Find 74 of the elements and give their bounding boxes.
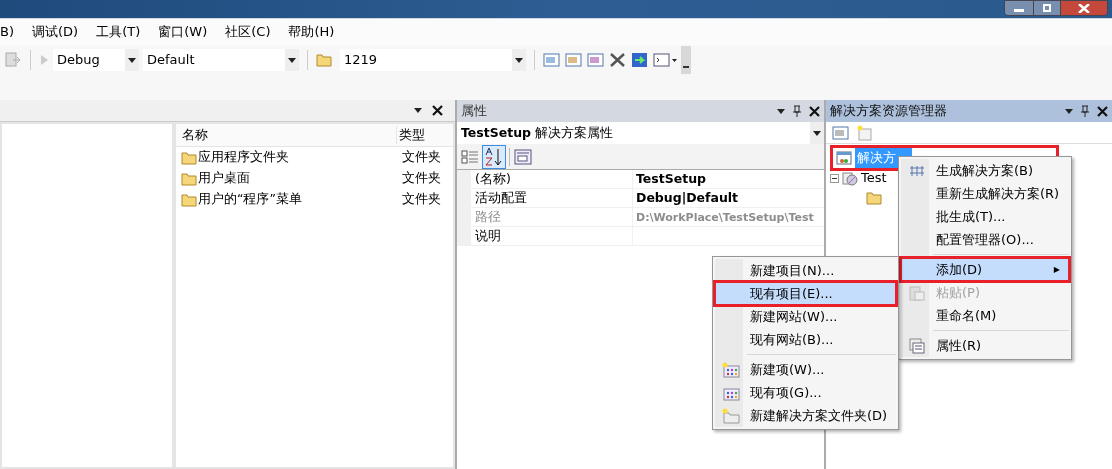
platform-dropdown[interactable]: Default xyxy=(143,49,299,71)
categorized-icon[interactable] xyxy=(461,147,479,166)
table-cell-text: 文件夹 xyxy=(401,148,441,167)
menu-item[interactable]: 添加(D) ▶ xyxy=(901,258,1069,281)
dropdown-icon[interactable] xyxy=(777,108,785,114)
property-pages-icon[interactable] xyxy=(514,148,532,165)
menu-item[interactable]: 现有项(G)... xyxy=(715,381,896,404)
list-item[interactable]: 用户桌面 xyxy=(198,169,250,188)
dropdown-icon[interactable] xyxy=(128,57,136,63)
restore-button[interactable] xyxy=(1033,1,1060,15)
menu-item[interactable]: 重命名(M) xyxy=(901,304,1069,327)
object-selector[interactable]: TestSetup 解决方案属性 xyxy=(457,122,824,144)
panel-title: 属性 xyxy=(461,102,488,121)
folder-icon xyxy=(866,191,882,205)
property-name[interactable]: (名称) xyxy=(471,170,633,188)
property-value[interactable]: Debug|Default xyxy=(633,189,739,207)
column-header[interactable]: 类型 xyxy=(396,125,425,145)
pin-icon[interactable] xyxy=(1081,105,1089,117)
folder-icon xyxy=(181,171,197,186)
menu-item[interactable]: 社区(C) xyxy=(221,22,285,42)
dropdown-icon[interactable] xyxy=(414,108,422,113)
clipboard-icon xyxy=(909,284,925,301)
menu-item[interactable]: 现有项目(E)... xyxy=(715,282,896,305)
table-cell-text: 文件夹 xyxy=(401,169,441,188)
submenu-arrow-icon: ▶ xyxy=(1053,263,1068,276)
close-icon xyxy=(1078,3,1090,13)
startup-dropdown[interactable]: 1219 xyxy=(340,49,526,71)
menu-item[interactable]: 现有网站(B)... xyxy=(715,328,896,351)
close-button[interactable] xyxy=(1060,1,1107,15)
column-header[interactable]: 名称 xyxy=(176,125,396,145)
dropdown-icon[interactable] xyxy=(288,57,296,63)
close-icon[interactable] xyxy=(809,105,820,117)
menu-item[interactable]: 配置管理器(O)... xyxy=(901,228,1069,251)
menu-item[interactable]: 新建项目(N)... xyxy=(715,259,896,282)
list-item[interactable]: 用户的“程序”菜单 xyxy=(198,190,302,209)
close-icon[interactable] xyxy=(1097,105,1108,117)
grid-icon xyxy=(909,164,925,177)
list-item[interactable]: 应用程序文件夹 xyxy=(198,148,289,167)
menu-item[interactable]: 重新生成解决方案(R) xyxy=(901,182,1069,205)
menu-item[interactable]: 工具(T) xyxy=(92,22,155,42)
dropdown-icon[interactable] xyxy=(1065,108,1073,114)
tree-item[interactable]: Test xyxy=(861,168,887,188)
panel-title: 解决方案资源管理器 xyxy=(830,102,948,121)
menu-item[interactable]: 调试(D) xyxy=(28,22,93,42)
table-cell-text: 文件夹 xyxy=(401,190,441,209)
open-folder-icon xyxy=(316,53,332,67)
dropdown-icon[interactable] xyxy=(515,57,523,63)
menu-item[interactable]: 批生成(T)... xyxy=(901,205,1069,228)
menu-item[interactable]: 属性(R) xyxy=(901,334,1069,357)
solution-icon xyxy=(836,151,852,165)
enter-icon[interactable] xyxy=(631,52,649,68)
pin-icon[interactable] xyxy=(793,105,801,117)
property-value[interactable]: TestSetup xyxy=(633,170,707,188)
menu-item[interactable]: 帮助(H) xyxy=(284,22,349,42)
toolbar-overflow-grip[interactable] xyxy=(681,46,691,74)
configuration-dropdown[interactable]: Debug xyxy=(53,49,139,71)
sort-az-icon[interactable] xyxy=(483,145,505,168)
console-icon[interactable] xyxy=(653,52,677,68)
close-icon[interactable] xyxy=(432,105,443,116)
property-sheet-icon xyxy=(909,337,925,354)
new-folder-icon xyxy=(722,407,740,424)
new-grid-icon xyxy=(722,361,740,378)
menu-item[interactable]: 新建解决方案文件夹(D) xyxy=(715,404,896,427)
property-name[interactable]: 活动配置 xyxy=(471,189,633,207)
menu-item[interactable]: 新建网站(W)... xyxy=(715,305,896,328)
menu-item[interactable]: 新建项(W)... xyxy=(715,358,896,381)
menu-item[interactable]: 窗口(W) xyxy=(154,22,222,42)
folder-icon xyxy=(181,150,197,165)
collapse-icon[interactable] xyxy=(830,173,839,183)
property-name[interactable]: 说明 xyxy=(471,227,633,245)
menu-item[interactable]: B) xyxy=(0,22,28,42)
folder-icon xyxy=(181,192,197,207)
dropdown-icon[interactable] xyxy=(813,130,821,136)
setup-project-icon xyxy=(842,170,858,186)
